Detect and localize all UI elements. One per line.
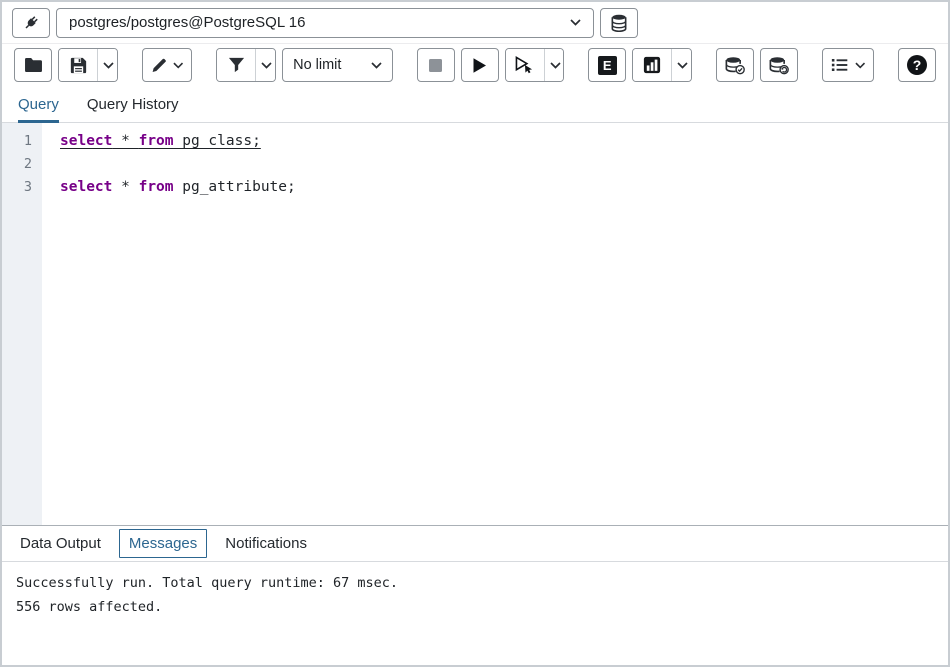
macros-list-icon — [831, 57, 848, 73]
code-line: select * from pg_class; — [42, 130, 261, 153]
chevron-down-icon — [371, 62, 382, 69]
messages-body: Successfully run. Total query runtime: 6… — [16, 571, 934, 619]
connection-bar: postgres/postgres@PostgreSQL 16 — [2, 2, 948, 44]
message-line: Successfully run. Total query runtime: 6… — [16, 571, 934, 595]
line-number: 1 — [2, 130, 42, 153]
filter-button[interactable] — [217, 49, 255, 81]
save-button-group — [58, 48, 118, 82]
execute-script-group — [505, 48, 565, 82]
connection-selector-value: postgres/postgres@PostgreSQL 16 — [69, 14, 305, 31]
explain-analyze-button[interactable] — [633, 49, 671, 81]
chevron-down-icon — [103, 62, 114, 69]
tab-notifications[interactable]: Notifications — [221, 530, 311, 557]
messages-panel: Successfully run. Total query runtime: 6… — [2, 561, 948, 665]
filter-button-group — [216, 48, 276, 82]
chevron-down-icon — [550, 62, 561, 69]
tab-query-history[interactable]: Query History — [87, 86, 179, 122]
row-limit-select[interactable]: No limit — [282, 48, 392, 82]
plug-icon — [21, 13, 41, 33]
macros-menu-button[interactable] — [822, 48, 874, 82]
tab-query-label: Query — [18, 96, 59, 113]
editor-lines: 1select * from pg_class;23select * from … — [2, 130, 948, 199]
connection-selector[interactable]: postgres/postgres@PostgreSQL 16 — [56, 8, 594, 38]
database-commit-icon — [725, 56, 745, 75]
editor-line[interactable]: 1select * from pg_class; — [2, 130, 948, 153]
line-number: 2 — [2, 153, 42, 176]
open-file-button[interactable] — [14, 48, 52, 82]
editor-tab-row: Query Query History — [2, 86, 948, 123]
tab-query-history-label: Query History — [87, 96, 179, 113]
new-connection-button[interactable] — [600, 8, 638, 38]
query-toolbar: No limit — [2, 44, 948, 86]
explain-options-button[interactable] — [671, 49, 692, 81]
chevron-down-icon — [570, 19, 581, 26]
rollback-button[interactable] — [760, 48, 798, 82]
save-icon — [70, 57, 87, 74]
line-number: 3 — [2, 176, 42, 199]
connection-status-button[interactable] — [12, 8, 50, 38]
output-tab-bar: Data Output Messages Notifications — [2, 525, 948, 561]
stop-icon — [428, 58, 443, 73]
pencil-icon — [151, 57, 167, 74]
query-tool-window: postgres/postgres@PostgreSQL 16 — [0, 0, 950, 667]
save-options-button[interactable] — [97, 49, 118, 81]
editor-line[interactable]: 3select * from pg_attribute; — [2, 176, 948, 199]
execute-script-button[interactable] — [506, 49, 544, 81]
filter-options-button[interactable] — [255, 49, 276, 81]
commit-button[interactable] — [716, 48, 754, 82]
execute-button[interactable] — [461, 48, 499, 82]
tab-messages[interactable]: Messages — [119, 529, 207, 558]
database-rollback-icon — [769, 56, 789, 75]
chevron-down-icon — [261, 62, 272, 69]
row-limit-value: No limit — [293, 57, 341, 73]
bar-chart-icon — [643, 56, 661, 74]
chevron-down-icon — [173, 62, 183, 69]
chevron-down-icon — [855, 62, 865, 69]
edit-menu-button[interactable] — [142, 48, 193, 82]
tab-query[interactable]: Query — [18, 86, 59, 122]
play-cursor-icon — [515, 56, 534, 74]
editor-line[interactable]: 2 — [2, 153, 948, 176]
database-icon — [611, 14, 627, 32]
explain-analyze-group — [632, 48, 692, 82]
sql-editor[interactable]: 1select * from pg_class;23select * from … — [2, 123, 948, 525]
code-line — [42, 153, 60, 176]
explain-icon: E — [598, 56, 617, 75]
message-line: 556 rows affected. — [16, 595, 934, 619]
stop-button[interactable] — [417, 48, 455, 82]
save-button[interactable] — [59, 49, 97, 81]
play-icon — [472, 57, 487, 74]
tab-data-output[interactable]: Data Output — [16, 530, 105, 557]
chevron-down-icon — [677, 62, 688, 69]
help-button[interactable]: ? — [898, 48, 936, 82]
code-line: select * from pg_attribute; — [42, 176, 296, 199]
help-icon: ? — [907, 55, 927, 75]
folder-icon — [24, 57, 43, 73]
execute-options-button[interactable] — [544, 49, 565, 81]
explain-button[interactable]: E — [588, 48, 626, 82]
filter-icon — [228, 57, 245, 73]
